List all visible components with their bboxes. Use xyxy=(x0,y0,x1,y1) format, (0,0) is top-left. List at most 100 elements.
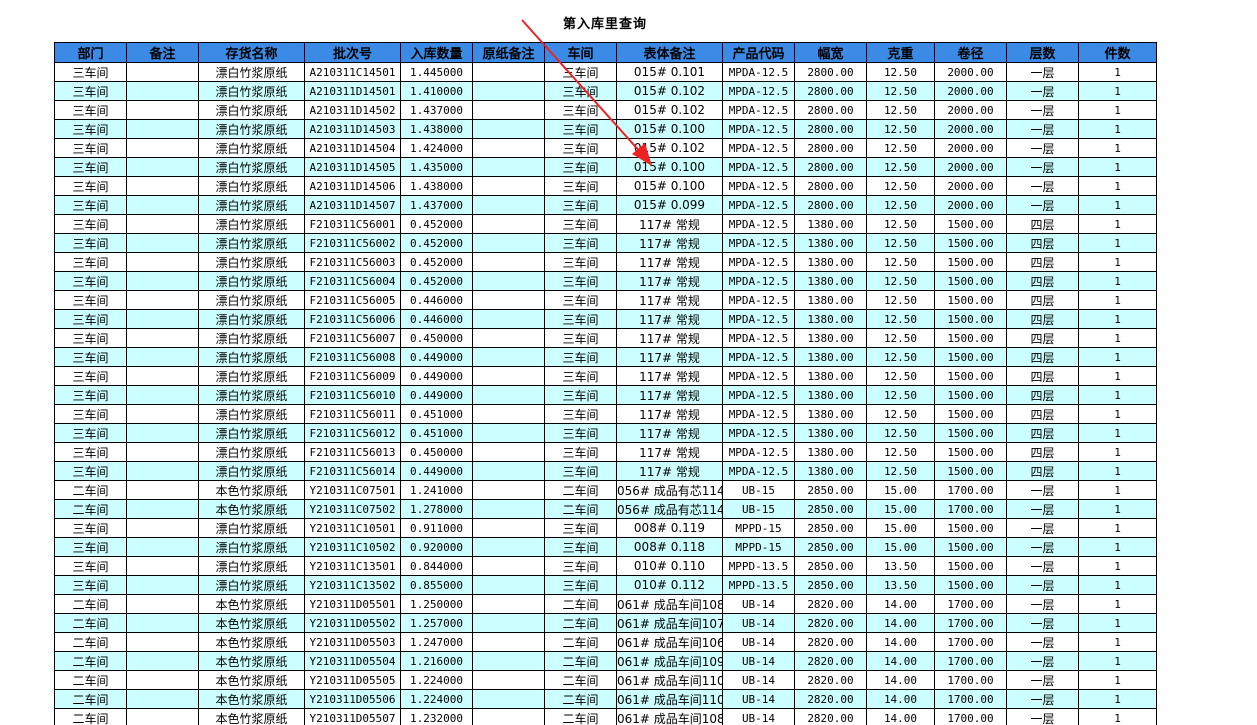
column-header[interactable]: 批次号 xyxy=(304,42,401,63)
column-header[interactable]: 表体备注 xyxy=(616,42,723,63)
table-cell xyxy=(126,252,199,272)
table-cell: 1 xyxy=(1078,309,1157,329)
table-cell: UB-14 xyxy=(722,689,795,709)
column-header[interactable]: 件数 xyxy=(1078,42,1157,63)
column-header[interactable]: 存货名称 xyxy=(198,42,305,63)
table-row[interactable]: 三车间 漂白竹浆原纸 F210311C56013 0.450000 三车间 117# 常规… xyxy=(54,442,1157,462)
table-cell: 1700.00 xyxy=(934,499,1007,519)
table-row[interactable]: 三车间 漂白竹浆原纸 F210311C56004 0.452000 三车间 117# 常规… xyxy=(54,271,1157,291)
table-cell: 12.50 xyxy=(866,138,935,158)
table-cell: Y210311C07501 xyxy=(304,480,401,500)
table-cell: UB-14 xyxy=(722,670,795,690)
table-row[interactable]: 三车间 漂白竹浆原纸 A210311D14507 1.437000 三车间 015# 0.… xyxy=(54,195,1157,215)
table-cell: 117# 常规 xyxy=(616,233,723,253)
column-header[interactable]: 备注 xyxy=(126,42,199,63)
table-row[interactable]: 三车间 漂白竹浆原纸 F210311C56001 0.452000 三车间 117# 常规… xyxy=(54,214,1157,234)
table-row[interactable]: 二车间 本色竹浆原纸 Y210311D05503 1.247000 二车间 061# 成品… xyxy=(54,632,1157,652)
table-row[interactable]: 三车间 漂白竹浆原纸 F210311C56012 0.451000 三车间 117# 常规… xyxy=(54,423,1157,443)
table-row[interactable]: 二车间 本色竹浆原纸 Y210311D05502 1.257000 二车间 061# 成品… xyxy=(54,613,1157,633)
table-cell: 二车间 xyxy=(54,651,127,671)
table-cell: MPPD-13.5 xyxy=(722,556,795,576)
table-cell xyxy=(126,632,199,652)
table-row[interactable]: 二车间 本色竹浆原纸 Y210311C07501 1.241000 二车间 056# 成品… xyxy=(54,480,1157,500)
column-header[interactable]: 幅宽 xyxy=(794,42,867,63)
table-cell: 0.449000 xyxy=(400,347,473,367)
table-cell: 1500.00 xyxy=(934,309,1007,329)
table-row[interactable]: 三车间 漂白竹浆原纸 F210311C56010 0.449000 三车间 117# 常规… xyxy=(54,385,1157,405)
table-cell: 1 xyxy=(1078,480,1157,500)
table-cell xyxy=(472,328,545,348)
table-cell: 12.50 xyxy=(866,271,935,291)
table-cell: 漂白竹浆原纸 xyxy=(198,575,305,595)
table-row[interactable]: 二车间 本色竹浆原纸 Y210311D05506 1.224000 二车间 061# 成品… xyxy=(54,689,1157,709)
table-row[interactable]: 三车间 漂白竹浆原纸 F210311C56003 0.452000 三车间 117# 常规… xyxy=(54,252,1157,272)
table-cell: 1700.00 xyxy=(934,594,1007,614)
table-row[interactable]: 二车间 本色竹浆原纸 Y210311D05501 1.250000 二车间 061# 成品… xyxy=(54,594,1157,614)
table-cell: 漂白竹浆原纸 xyxy=(198,271,305,291)
table-cell: 2000.00 xyxy=(934,100,1007,120)
column-header[interactable]: 产品代码 xyxy=(722,42,795,63)
table-cell: 1500.00 xyxy=(934,214,1007,234)
table-cell: 三车间 xyxy=(544,385,617,405)
table-cell xyxy=(126,385,199,405)
table-row[interactable]: 二车间 本色竹浆原纸 Y210311D05507 1.232000 二车间 061# 成品… xyxy=(54,708,1157,725)
table-cell: 12.50 xyxy=(866,442,935,462)
table-row[interactable]: 三车间 漂白竹浆原纸 A210311D14501 1.410000 三车间 015# 0.… xyxy=(54,81,1157,101)
table-row[interactable]: 三车间 漂白竹浆原纸 F210311C56002 0.452000 三车间 117# 常规… xyxy=(54,233,1157,253)
table-cell: 三车间 xyxy=(544,309,617,329)
table-cell: 三车间 xyxy=(544,366,617,386)
table-cell: 四层 xyxy=(1006,461,1079,481)
table-cell: 12.50 xyxy=(866,100,935,120)
table-cell: 1 xyxy=(1078,233,1157,253)
table-cell: 漂白竹浆原纸 xyxy=(198,214,305,234)
table-row[interactable]: 三车间 漂白竹浆原纸 F210311C56008 0.449000 三车间 117# 常规… xyxy=(54,347,1157,367)
table-row[interactable]: 三车间 漂白竹浆原纸 A210311C14501 1.445000 三车间 015# 0.… xyxy=(54,62,1157,82)
table-row[interactable]: 三车间 漂白竹浆原纸 F210311C56006 0.446000 三车间 117# 常规… xyxy=(54,309,1157,329)
table-row[interactable]: 三车间 漂白竹浆原纸 A210311D14502 1.437000 三车间 015# 0.… xyxy=(54,100,1157,120)
table-cell: 三车间 xyxy=(54,404,127,424)
table-cell: 1 xyxy=(1078,290,1157,310)
table-row[interactable]: 三车间 漂白竹浆原纸 Y210311C13502 0.855000 三车间 010# 0.… xyxy=(54,575,1157,595)
table-cell xyxy=(126,708,199,725)
table-row[interactable]: 三车间 漂白竹浆原纸 Y210311C10501 0.911000 三车间 008# 0.… xyxy=(54,518,1157,538)
table-cell: 1380.00 xyxy=(794,442,867,462)
table-row[interactable]: 三车间 漂白竹浆原纸 A210311D14505 1.435000 三车间 015# 0.… xyxy=(54,157,1157,177)
table-cell: 015# 0.100 xyxy=(616,119,723,139)
table-cell: 2800.00 xyxy=(794,195,867,215)
column-header[interactable]: 克重 xyxy=(866,42,935,63)
column-header[interactable]: 卷径 xyxy=(934,42,1007,63)
table-row[interactable]: 三车间 漂白竹浆原纸 Y210311C13501 0.844000 三车间 010# 0.… xyxy=(54,556,1157,576)
table-row[interactable]: 三车间 漂白竹浆原纸 A210311D14506 1.438000 三车间 015# 0.… xyxy=(54,176,1157,196)
table-row[interactable]: 三车间 漂白竹浆原纸 F210311C56009 0.449000 三车间 117# 常规… xyxy=(54,366,1157,386)
table-cell: 2800.00 xyxy=(794,138,867,158)
table-cell: UB-14 xyxy=(722,708,795,725)
table-row[interactable]: 三车间 漂白竹浆原纸 F210311C56011 0.451000 三车间 117# 常规… xyxy=(54,404,1157,424)
table-cell xyxy=(126,594,199,614)
table-row[interactable]: 二车间 本色竹浆原纸 Y210311D05504 1.216000 二车间 061# 成品… xyxy=(54,651,1157,671)
column-header[interactable]: 原纸备注 xyxy=(472,42,545,63)
column-header[interactable]: 部门 xyxy=(54,42,127,63)
table-cell: UB-15 xyxy=(722,499,795,519)
table-cell: 三车间 xyxy=(54,271,127,291)
table-cell: MPDA-12.5 xyxy=(722,309,795,329)
table-cell xyxy=(126,670,199,690)
table-row[interactable]: 三车间 漂白竹浆原纸 A210311D14504 1.424000 三车间 015# 0.… xyxy=(54,138,1157,158)
table-row[interactable]: 三车间 漂白竹浆原纸 F210311C56014 0.449000 三车间 117# 常规… xyxy=(54,461,1157,481)
column-header[interactable]: 车间 xyxy=(544,42,617,63)
table-row[interactable]: 二车间 本色竹浆原纸 Y210311D05505 1.224000 二车间 061# 成品… xyxy=(54,670,1157,690)
table-cell: Y210311D05501 xyxy=(304,594,401,614)
column-header[interactable]: 层数 xyxy=(1006,42,1079,63)
table-cell: 0.855000 xyxy=(400,575,473,595)
table-row[interactable]: 三车间 漂白竹浆原纸 F210311C56005 0.446000 三车间 117# 常规… xyxy=(54,290,1157,310)
table-cell: 三车间 xyxy=(54,195,127,215)
table-cell: 061# 成品车间110 xyxy=(616,670,723,690)
table-cell xyxy=(126,499,199,519)
table-cell: 2850.00 xyxy=(794,556,867,576)
table-row[interactable]: 三车间 漂白竹浆原纸 F210311C56007 0.450000 三车间 117# 常规… xyxy=(54,328,1157,348)
table-row[interactable]: 三车间 漂白竹浆原纸 Y210311C10502 0.920000 三车间 008# 0.… xyxy=(54,537,1157,557)
column-header[interactable]: 入库数量 xyxy=(400,42,473,63)
table-cell: 13.50 xyxy=(866,575,935,595)
table-row[interactable]: 三车间 漂白竹浆原纸 A210311D14503 1.438000 三车间 015# 0.… xyxy=(54,119,1157,139)
table-cell: 1380.00 xyxy=(794,214,867,234)
table-row[interactable]: 二车间 本色竹浆原纸 Y210311C07502 1.278000 二车间 056# 成品… xyxy=(54,499,1157,519)
